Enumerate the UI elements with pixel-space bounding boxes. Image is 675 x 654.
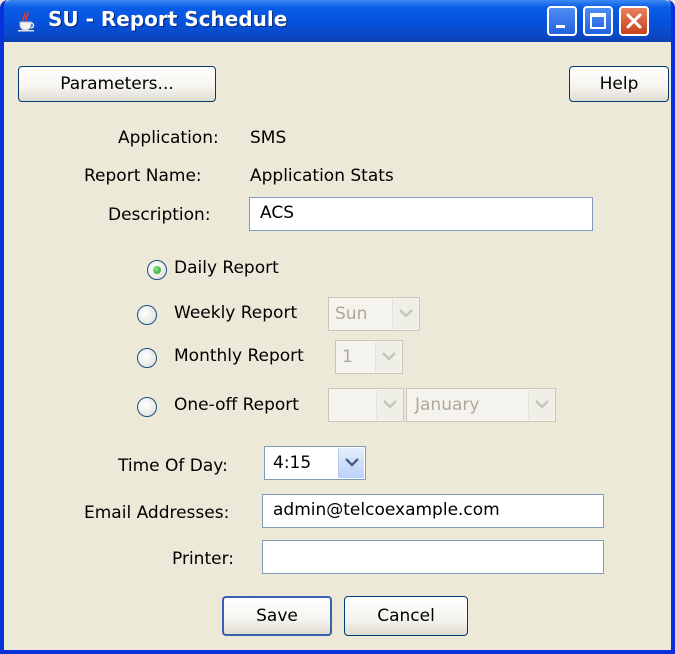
dropdown-arrow[interactable] — [338, 448, 364, 478]
chevron-down-icon — [382, 352, 396, 361]
report-schedule-window: SU - Report Schedule Parameters... Help … — [0, 0, 675, 654]
save-button[interactable]: Save — [222, 596, 332, 636]
parameters-button[interactable]: Parameters... — [18, 66, 216, 102]
dropdown-arrow[interactable] — [376, 390, 402, 420]
description-field[interactable]: ACS — [249, 197, 593, 231]
daily-report-radio[interactable] — [147, 260, 167, 280]
chevron-down-icon — [535, 400, 549, 409]
java-cup-icon — [18, 11, 35, 32]
chevron-down-icon — [345, 458, 359, 467]
cancel-button[interactable]: Cancel — [344, 596, 468, 636]
daily-report-label[interactable]: Daily Report — [174, 258, 279, 278]
oneoff-month-select[interactable]: January — [406, 388, 556, 422]
help-button[interactable]: Help — [569, 66, 669, 102]
dropdown-arrow[interactable] — [392, 299, 418, 329]
radio-selected-dot — [153, 266, 161, 274]
close-button[interactable] — [619, 6, 649, 36]
title-bar[interactable]: SU - Report Schedule — [4, 0, 671, 42]
oneoff-day-select[interactable] — [328, 388, 404, 422]
maximize-icon — [590, 13, 606, 29]
close-icon — [626, 13, 642, 29]
report-name-label: Report Name: — [84, 166, 202, 186]
monthly-report-label[interactable]: Monthly Report — [174, 346, 304, 366]
monthly-day-select[interactable]: 1 — [335, 340, 403, 374]
weekly-report-label[interactable]: Weekly Report — [174, 303, 297, 323]
dropdown-arrow[interactable] — [528, 390, 554, 420]
printer-field[interactable] — [262, 540, 604, 574]
email-addresses-label: Email Addresses: — [84, 503, 230, 523]
printer-label: Printer: — [172, 549, 234, 569]
oneoff-report-label[interactable]: One-off Report — [174, 395, 299, 415]
dropdown-arrow[interactable] — [375, 342, 401, 372]
application-label: Application: — [118, 128, 219, 148]
minimize-button[interactable] — [547, 6, 577, 36]
time-of-day-select[interactable]: 4:15 — [264, 446, 366, 480]
email-addresses-field[interactable]: admin@telcoexample.com — [262, 494, 604, 528]
report-name-value: Application Stats — [250, 166, 394, 186]
oneoff-report-radio[interactable] — [137, 397, 157, 417]
maximize-button[interactable] — [583, 6, 613, 36]
time-of-day-label: Time Of Day: — [118, 456, 228, 476]
minimize-icon — [556, 25, 565, 28]
weekly-report-radio[interactable] — [137, 305, 157, 325]
monthly-report-radio[interactable] — [137, 348, 157, 368]
chevron-down-icon — [383, 400, 397, 409]
chevron-down-icon — [399, 309, 413, 318]
application-value: SMS — [250, 128, 287, 148]
description-label: Description: — [108, 205, 211, 225]
window-title: SU - Report Schedule — [48, 7, 288, 31]
weekly-day-select[interactable]: Sun — [328, 297, 420, 331]
